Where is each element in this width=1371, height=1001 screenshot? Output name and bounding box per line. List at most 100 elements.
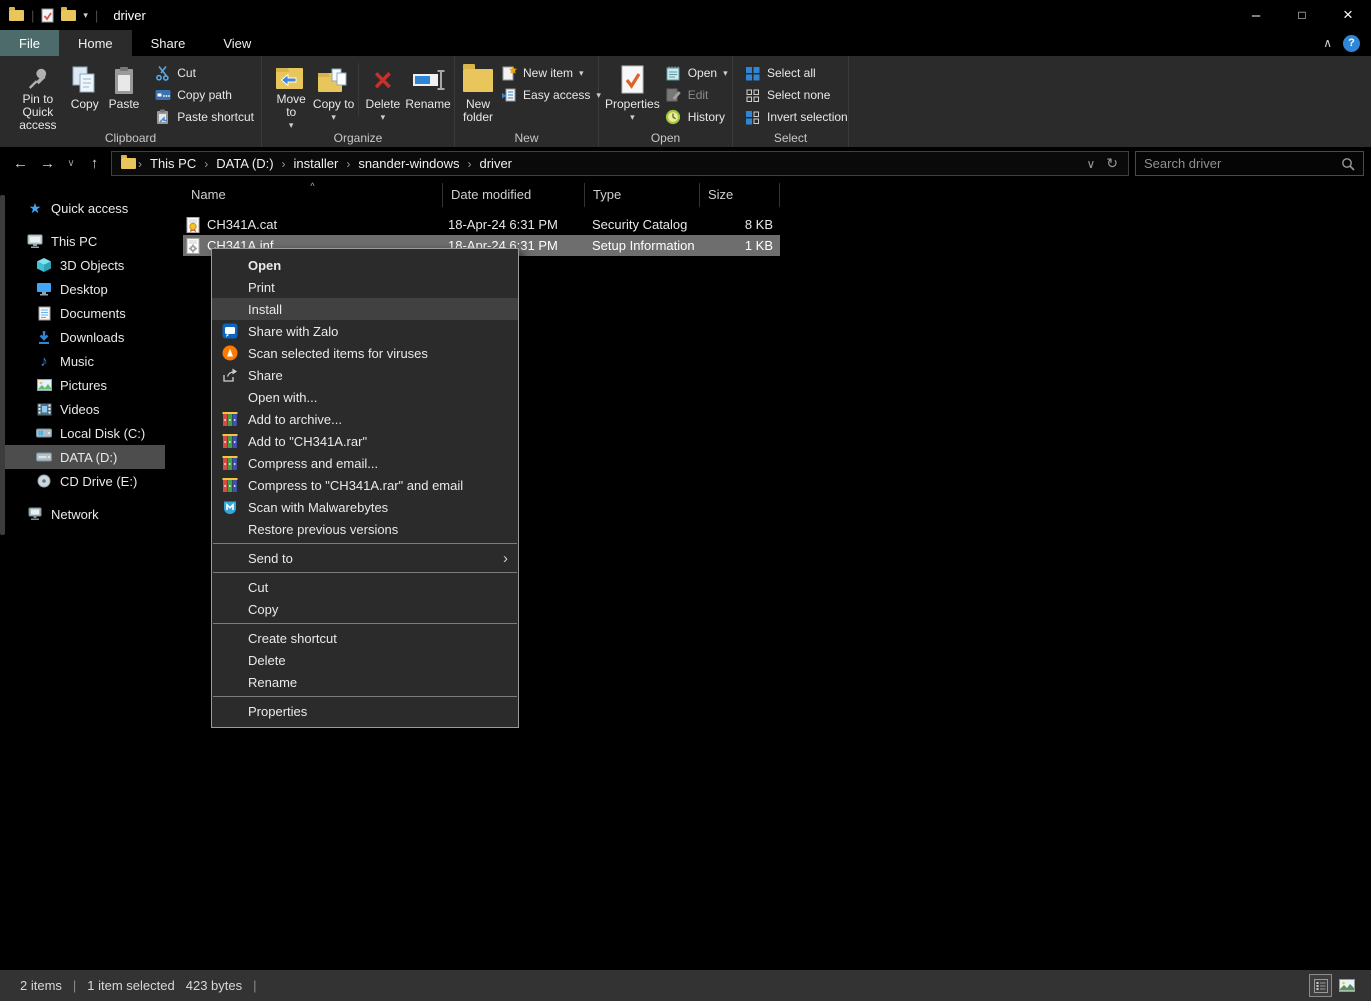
maximize-button[interactable]: □ <box>1279 0 1325 30</box>
menu-item-add-to-rar[interactable]: Add to "CH341A.rar" <box>212 430 518 452</box>
sidebar-item-quick-access[interactable]: ★ Quick access <box>0 196 165 220</box>
select-all-button[interactable]: Select all <box>739 62 853 84</box>
address-bar[interactable]: › This PC › DATA (D:) › installer › snan… <box>111 151 1129 176</box>
menu-item-compress-to-rar-and-email[interactable]: Compress to "CH341A.rar" and email <box>212 474 518 496</box>
desktop-icon <box>36 282 52 296</box>
sidebar-item-documents[interactable]: Documents <box>0 301 165 325</box>
edit-button[interactable]: Edit <box>660 84 733 106</box>
sidebar-item-desktop[interactable]: Desktop <box>0 277 165 301</box>
context-menu: Open Print Install Share with Zalo Scan … <box>211 248 519 728</box>
menu-item-print[interactable]: Print <box>212 276 518 298</box>
pin-to-quick-access-button[interactable]: Pin to Quick access <box>10 58 66 132</box>
paste-button[interactable]: Paste <box>104 58 145 132</box>
qat-properties-icon[interactable] <box>41 8 54 23</box>
column-header-type[interactable]: Type <box>585 183 700 207</box>
new-folder-button[interactable]: New folder <box>463 58 493 132</box>
breadcrumb: › This PC › DATA (D:) › installer › snan… <box>112 156 1086 171</box>
details-view-button[interactable] <box>1309 974 1332 997</box>
minimize-button[interactable]: – <box>1233 0 1279 30</box>
sidebar-item-local-disk-c[interactable]: Local Disk (C:) <box>0 421 165 445</box>
recent-locations-chevron-icon[interactable]: ∨ <box>61 158 81 169</box>
menu-item-add-to-archive[interactable]: Add to archive... <box>212 408 518 430</box>
menu-item-create-shortcut[interactable]: Create shortcut <box>212 627 518 649</box>
sidebar-item-label: Documents <box>60 306 126 321</box>
sidebar-item-videos[interactable]: Videos <box>0 397 165 421</box>
easy-access-button[interactable]: Easy access▾ <box>495 84 606 106</box>
menu-item-open-with[interactable]: Open with... <box>212 386 518 408</box>
breadcrumb-data-d[interactable]: DATA (D:) <box>208 156 281 171</box>
column-header-size[interactable]: Size <box>700 183 780 207</box>
sidebar-scrollbar[interactable] <box>0 195 5 535</box>
menu-item-properties[interactable]: Properties <box>212 700 518 722</box>
sidebar-item-data-d[interactable]: DATA (D:) <box>0 445 165 469</box>
thumbnail-view-button[interactable] <box>1335 974 1358 997</box>
column-headers: ^ Name Date modified Type Size <box>183 183 780 207</box>
properties-button[interactable]: Properties ▾ <box>605 58 660 132</box>
collapse-ribbon-icon[interactable]: ∧ <box>1323 36 1332 50</box>
forward-button[interactable]: → <box>34 155 61 172</box>
qat-new-folder-icon[interactable] <box>61 10 76 21</box>
breadcrumb-this-pc[interactable]: This PC <box>142 156 204 171</box>
breadcrumb-snander-windows[interactable]: snander-windows <box>350 156 467 171</box>
sidebar-item-music[interactable]: ♪ Music <box>0 349 165 373</box>
tab-home[interactable]: Home <box>59 30 132 56</box>
search-box[interactable] <box>1135 151 1364 176</box>
open-button[interactable]: Open ▾ <box>660 62 733 84</box>
history-button[interactable]: History <box>660 106 733 128</box>
invert-selection-button[interactable]: Invert selection <box>739 106 853 128</box>
select-none-button[interactable]: Select none <box>739 84 853 106</box>
close-button[interactable]: × <box>1325 0 1371 30</box>
breadcrumb-driver[interactable]: driver <box>472 156 521 171</box>
file-row-ch341a-cat[interactable]: CH341A.cat 18-Apr-24 6:31 PM Security Ca… <box>183 214 780 235</box>
qat-customize-chevron-icon[interactable]: ▾ <box>83 10 88 21</box>
sidebar-item-cd-drive-e[interactable]: CD Drive (E:) <box>0 469 165 493</box>
refresh-icon[interactable]: ↻ <box>1106 155 1118 172</box>
sidebar-item-network[interactable]: Network <box>0 502 165 526</box>
paste-shortcut-button[interactable]: Paste shortcut <box>149 106 259 128</box>
address-dropdown-chevron-icon[interactable]: ∨ <box>1086 157 1095 171</box>
sidebar-item-this-pc[interactable]: This PC <box>0 229 165 253</box>
menu-item-rename[interactable]: Rename <box>212 671 518 693</box>
menu-item-restore-previous-versions[interactable]: Restore previous versions <box>212 518 518 540</box>
back-button[interactable]: ← <box>7 155 34 172</box>
menu-item-compress-and-email[interactable]: Compress and email... <box>212 452 518 474</box>
copy-to-button[interactable]: Copy to ▾ <box>312 58 354 132</box>
dropdown-chevron-icon: ▾ <box>630 111 635 124</box>
menu-item-scan-for-viruses[interactable]: Scan selected items for viruses <box>212 342 518 364</box>
cut-button[interactable]: Cut <box>149 62 259 84</box>
menu-item-install[interactable]: Install <box>212 298 518 320</box>
group-label-select: Select <box>733 131 848 145</box>
security-catalog-file-icon <box>186 217 200 233</box>
tab-file[interactable]: File <box>0 30 59 56</box>
up-button[interactable]: ↑ <box>81 155 108 172</box>
sidebar-item-label: Downloads <box>60 330 124 345</box>
menu-item-send-to[interactable]: Send to › <box>212 547 518 569</box>
button-label: Select all <box>767 66 816 80</box>
delete-button[interactable]: × Delete ▾ <box>362 58 404 132</box>
copy-button[interactable]: Copy <box>66 58 104 132</box>
search-input[interactable] <box>1144 156 1341 171</box>
menu-item-copy[interactable]: Copy <box>212 598 518 620</box>
menu-item-scan-with-malwarebytes[interactable]: Scan with Malwarebytes <box>212 496 518 518</box>
help-button[interactable]: ? <box>1343 35 1360 52</box>
tab-share[interactable]: Share <box>132 30 205 56</box>
sidebar-item-pictures[interactable]: Pictures <box>0 373 165 397</box>
search-icon[interactable] <box>1341 157 1355 171</box>
move-to-button[interactable]: Move to ▾ <box>270 58 312 132</box>
sidebar-item-3d-objects[interactable]: 3D Objects <box>0 253 165 277</box>
new-item-button[interactable]: New item▾ <box>495 62 606 84</box>
column-header-name[interactable]: ^ Name <box>183 183 443 207</box>
ribbon-group-select: Select all Select none Invert selection … <box>733 56 849 147</box>
menu-item-open[interactable]: Open <box>212 254 518 276</box>
copy-path-button[interactable]: Copy path <box>149 84 259 106</box>
tab-view[interactable]: View <box>204 30 270 56</box>
zalo-icon <box>220 323 240 339</box>
column-header-date-modified[interactable]: Date modified <box>443 183 585 207</box>
rename-button[interactable]: Rename <box>404 58 452 132</box>
menu-item-delete[interactable]: Delete <box>212 649 518 671</box>
sidebar-item-downloads[interactable]: Downloads <box>0 325 165 349</box>
menu-item-share[interactable]: Share <box>212 364 518 386</box>
menu-item-cut[interactable]: Cut <box>212 576 518 598</box>
menu-item-share-with-zalo[interactable]: Share with Zalo <box>212 320 518 342</box>
breadcrumb-installer[interactable]: installer <box>286 156 347 171</box>
